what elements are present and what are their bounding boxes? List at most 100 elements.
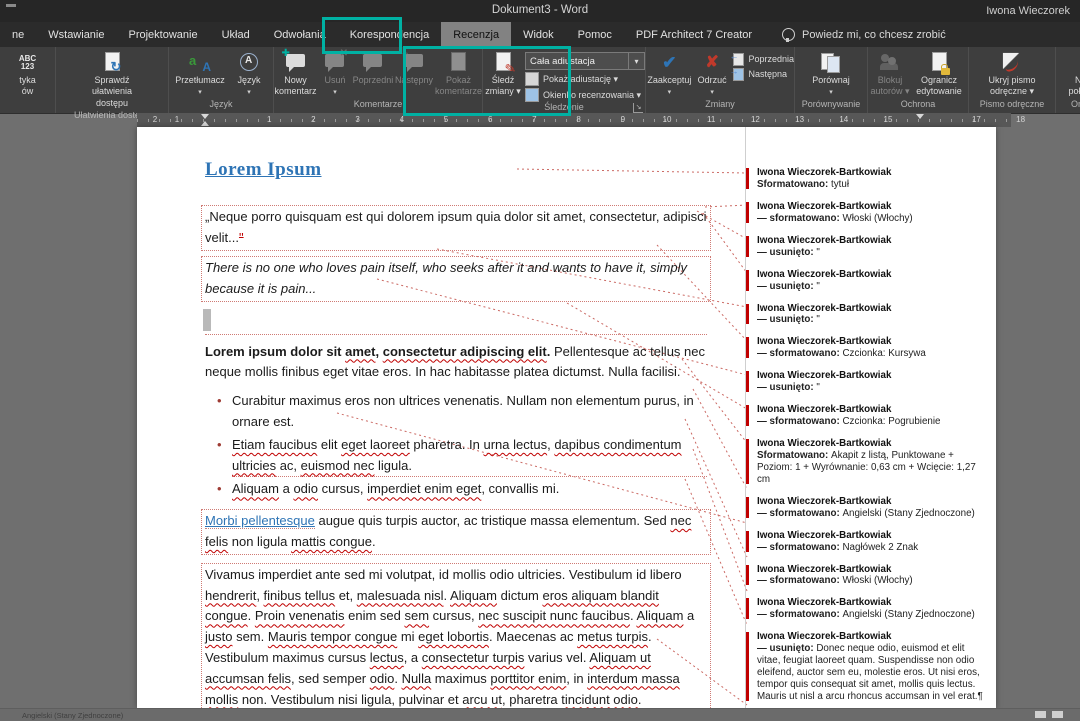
revision-entry[interactable]: Iwona Wieczorek-BartkowiakSformatowano: … (755, 167, 989, 191)
button-label: Następny (395, 75, 433, 86)
button-następna[interactable]: →Następna (731, 67, 794, 80)
button-label: Usuń▾ (324, 75, 345, 98)
tab-recenzja[interactable]: Recenzja (441, 22, 511, 47)
empty-paragraph[interactable] (205, 309, 707, 335)
language-icon: A (236, 51, 262, 75)
tab-projektowanie[interactable]: Projektowanie (117, 22, 210, 47)
revision-entry[interactable]: Iwona Wieczorek-Bartkowiak— usunięto: " (755, 303, 989, 327)
paragraph[interactable]: „Neque porro quisquam est qui dolorem ip… (201, 205, 711, 251)
button-śledź[interactable]: ✎Śledźzmiany ▾ (483, 50, 523, 99)
button-label: Język▾ (237, 75, 260, 98)
button-notatki[interactable]: NNotatkipołączone (1062, 50, 1080, 99)
text-run: dictum (497, 588, 543, 603)
revision-entry[interactable]: Iwona Wieczorek-Bartkowiak— sformatowano… (755, 201, 989, 225)
revision-value: " (816, 382, 819, 393)
button-zaakceptuj[interactable]: ✔Zaakceptuj▾ (646, 50, 693, 99)
revision-entry[interactable]: Iwona Wieczorek-Bartkowiak— usunięto: " (755, 235, 989, 259)
revision-detail: — sformatowano: Angielski (Stany Zjednoc… (757, 609, 989, 621)
display-for-review-dropdown[interactable]: Cała adiustacja▾ (525, 52, 645, 70)
text-run: . (394, 671, 401, 686)
revision-entry[interactable]: Iwona Wieczorek-Bartkowiak— sformatowano… (755, 564, 989, 588)
document-heading[interactable]: Lorem Ipsum (205, 155, 707, 185)
button-ukryj-pismo[interactable]: Ukryj pismoodręczne ▾ (985, 50, 1039, 99)
view-button-2[interactable] (1052, 711, 1063, 718)
text-run: imperdiet enim eget (367, 481, 481, 496)
tab-pdf-architect-7-creator[interactable]: PDF Architect 7 Creator (624, 22, 764, 47)
button-następny[interactable]: →Następny (395, 50, 433, 87)
list-item[interactable]: Aliquam a odio cursus, imperdiet enim eg… (232, 479, 707, 500)
restrict-icon (926, 51, 952, 75)
revision-entry[interactable]: Iwona Wieczorek-Bartkowiak— sformatowano… (755, 336, 989, 360)
tab-odwo-ania[interactable]: Odwołania (262, 22, 338, 47)
button-sprawdź[interactable]: ↻Sprawdźułatwienia dostępu (85, 50, 139, 110)
revision-action: — sformatowano: (757, 542, 842, 553)
tab-korespondencja[interactable]: Korespondencja (338, 22, 442, 47)
tab-pomoc[interactable]: Pomoc (566, 22, 624, 47)
revision-action: Sformatowano: (757, 450, 831, 461)
text-run: , in (566, 671, 587, 686)
button-pokaż[interactable]: Pokażkomentarze (435, 50, 482, 99)
comment-prev-icon: ← (360, 51, 386, 75)
button-odrzuć[interactable]: ✘Odrzuć▾ (695, 50, 730, 99)
button-label: Pokaż adiustację ▾ (543, 74, 618, 85)
button-porównaj[interactable]: Porównaj▾ (804, 50, 858, 99)
indent-marker-left-bottom[interactable] (201, 121, 209, 126)
button-blokuj[interactable]: Blokujautorów ▾ (870, 50, 910, 99)
list-item[interactable]: Curabitur maximus eros non ultrices vene… (232, 391, 707, 433)
horizontal-ruler: 211234567891011121314151718 (137, 113, 1011, 127)
text-run: , (375, 344, 382, 359)
tab-wstawianie[interactable]: Wstawianie (36, 22, 116, 47)
accessibility-icon: ↻ (99, 51, 125, 75)
text-run: Morbi pellentesque (205, 513, 315, 529)
text-run: nec suscipit nunc faucibus (478, 608, 630, 623)
revision-author: Iwona Wieczorek-Bartkowiak (757, 167, 989, 179)
group-label: Śledzenie↘ (483, 102, 645, 113)
button-usuń[interactable]: ✕Usuń▾ (319, 50, 351, 99)
revision-author: Iwona Wieczorek-Bartkowiak (757, 564, 989, 576)
revision-value: Włoski (Włochy) (842, 575, 912, 586)
text-run: finibus tellus (264, 588, 336, 603)
tab-widok[interactable]: Widok (511, 22, 566, 47)
tab-uk-ad[interactable]: Układ (210, 22, 262, 47)
revision-author: Iwona Wieczorek-Bartkowiak (757, 530, 989, 542)
revision-entry[interactable]: Iwona Wieczorek-Bartkowiak— sformatowano… (755, 530, 989, 554)
button-przetłumacz[interactable]: aAPrzetłumacz▾ (173, 50, 227, 99)
revision-entry[interactable]: Iwona Wieczorek-BartkowiakSformatowano: … (755, 438, 989, 486)
revision-entry[interactable]: Iwona Wieczorek-Bartkowiak— sformatowano… (755, 404, 989, 428)
dialog-launcher-icon[interactable]: ↘ (633, 103, 643, 113)
revision-entry[interactable]: Iwona Wieczorek-Bartkowiak— usunięto: " (755, 370, 989, 394)
account-name[interactable]: Iwona Wieczorek (986, 5, 1070, 17)
button-poprzedni[interactable]: ←Poprzedni (353, 50, 393, 87)
revision-value: " (816, 281, 819, 292)
button-label: Zaakceptuj▾ (647, 75, 691, 98)
revision-entry[interactable]: Iwona Wieczorek-Bartkowiak— usunięto: Do… (755, 631, 989, 703)
button-tyka[interactable]: ABC123tykaów (8, 50, 48, 99)
paragraph[interactable]: There is no one who loves pain itself, w… (201, 256, 711, 302)
button-pokaż-adiustację-[interactable]: Pokaż adiustację ▾ (525, 72, 645, 86)
language-indicator[interactable]: Angielski (Stany Zjednoczone) (22, 711, 123, 720)
view-button-1[interactable] (1035, 711, 1046, 718)
revision-author: Iwona Wieczorek-Bartkowiak (757, 438, 989, 450)
revision-entry[interactable]: Iwona Wieczorek-Bartkowiak— usunięto: " (755, 269, 989, 293)
button-ogranicz[interactable]: Ograniczedytowanie (912, 50, 966, 99)
document-text-area[interactable]: Lorem Ipsum„Neque porro quisquam est qui… (205, 155, 707, 708)
indent-marker-left[interactable] (201, 114, 209, 119)
text-run: ac, (276, 458, 301, 473)
paragraph[interactable]: Vivamus imperdiet ante sed mi volutpat, … (201, 563, 711, 708)
paragraph[interactable]: Lorem ipsum dolor sit amet, consectetur … (205, 342, 707, 384)
revision-action: — sformatowano: (757, 348, 842, 359)
text-run: Aliquam (450, 588, 497, 603)
list-item[interactable]: Etiam faucibus elit eget laoreet pharetr… (232, 435, 707, 478)
button-poprzednia[interactable]: ←Poprzednia (731, 52, 794, 65)
button-okienko-recenzowania-[interactable]: Okienko recenzowania ▾ (525, 88, 645, 102)
paragraph[interactable]: Morbi pellentesque augue quis turpis auc… (201, 509, 711, 555)
indent-marker-right[interactable] (916, 114, 924, 119)
revision-value: " (816, 314, 819, 325)
revision-entry[interactable]: Iwona Wieczorek-Bartkowiak— sformatowano… (755, 496, 989, 520)
button-nowy[interactable]: ✚Nowykomentarz (274, 50, 317, 99)
tell-me-box[interactable]: Powiedz mi, co chcesz zrobić (782, 22, 946, 47)
button-label: Odrzuć▾ (698, 75, 727, 98)
button-język[interactable]: AJęzyk▾ (229, 50, 269, 99)
tab-ne[interactable]: ne (0, 22, 36, 47)
revision-entry[interactable]: Iwona Wieczorek-Bartkowiak— sformatowano… (755, 597, 989, 621)
